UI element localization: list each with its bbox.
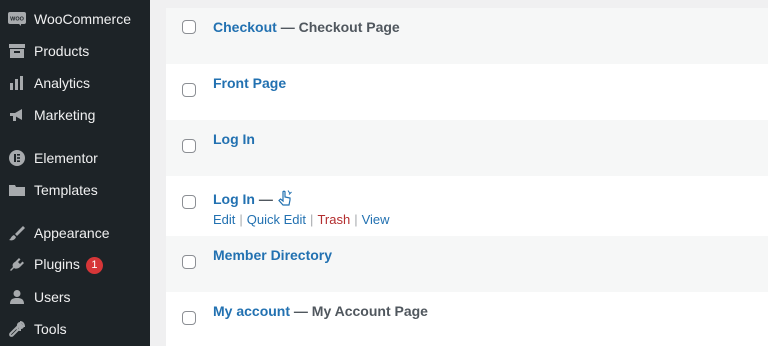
megaphone-icon (8, 106, 26, 124)
row-title: Log In (213, 131, 255, 147)
menu-label: WooCommerce (34, 11, 131, 27)
view-link[interactable]: View (362, 212, 390, 227)
table-row: Log In (166, 120, 768, 176)
page-title-link[interactable]: Log In (213, 191, 255, 207)
svg-text:WOO: WOO (10, 17, 24, 23)
table-row: Member Directory (166, 236, 768, 292)
page-title-link[interactable]: Checkout (213, 19, 277, 35)
user-icon (8, 288, 26, 306)
menu-label-text: Plugins (34, 256, 80, 272)
row-checkbox[interactable] (182, 83, 196, 97)
table-row: My account — My Account Page (166, 292, 768, 346)
update-count-badge: 1 (85, 257, 103, 274)
admin-sidebar: WOO WooCommerce Products Analytics Marke… (0, 0, 150, 346)
menu-item-appearance[interactable]: Appearance (0, 219, 150, 247)
archive-icon (8, 42, 26, 60)
row-actions: Edit | Quick Edit | Trash | View (213, 212, 390, 227)
row-checkbox[interactable] (182, 139, 196, 153)
menu-item-woocommerce[interactable]: WOO WooCommerce (0, 5, 150, 33)
post-state: Checkout Page (298, 19, 400, 35)
title-separator: — (258, 191, 273, 207)
menu-item-tools[interactable]: Tools (0, 315, 150, 343)
title-separator: — (280, 19, 295, 35)
edit-link[interactable]: Edit (213, 212, 235, 227)
page-title-link[interactable]: Log In (213, 131, 255, 147)
title-separator: — (293, 303, 308, 319)
paintbrush-icon (8, 224, 26, 242)
row-checkbox[interactable] (182, 255, 196, 269)
action-separator: | (310, 212, 314, 227)
page-title-link[interactable]: My account (213, 303, 290, 319)
menu-label: Tools (34, 321, 67, 337)
menu-item-templates[interactable]: Templates (0, 176, 150, 204)
row-checkbox[interactable] (182, 195, 196, 209)
menu-item-elementor[interactable]: Elementor (0, 144, 150, 172)
row-checkbox[interactable] (182, 20, 196, 34)
table-row: Log In — Edit | Quick Edit | Trash | View (166, 176, 768, 236)
row-title: My account — My Account Page (213, 303, 428, 319)
menu-label: Plugins 1 (34, 256, 103, 274)
plug-icon (8, 256, 26, 274)
menu-item-marketing[interactable]: Marketing (0, 101, 150, 129)
menu-label: Appearance (34, 225, 110, 241)
action-separator: | (239, 212, 243, 227)
menu-item-users[interactable]: Users (0, 283, 150, 311)
post-state: My Account Page (311, 303, 428, 319)
menu-label: Users (34, 289, 71, 305)
folder-icon (8, 181, 26, 199)
row-title: Front Page (213, 75, 286, 91)
elementor-icon (8, 149, 26, 167)
page-title-link[interactable]: Member Directory (213, 247, 332, 263)
menu-label: Elementor (34, 150, 98, 166)
wrench-icon (8, 320, 26, 338)
menu-item-products[interactable]: Products (0, 37, 150, 65)
row-checkbox[interactable] (182, 311, 196, 325)
table-row: Front Page (166, 64, 768, 120)
row-title: Checkout — Checkout Page (213, 19, 400, 35)
pages-list: Checkout — Checkout Page Front Page Log … (150, 0, 768, 346)
page-title-link[interactable]: Front Page (213, 75, 286, 91)
menu-item-analytics[interactable]: Analytics (0, 69, 150, 97)
trash-link[interactable]: Trash (317, 212, 350, 227)
menu-label: Analytics (34, 75, 91, 91)
menu-label: Templates (34, 182, 98, 198)
bar-chart-icon (8, 74, 26, 92)
pointer-cursor-icon (277, 190, 293, 211)
quick-edit-link[interactable]: Quick Edit (247, 212, 306, 227)
row-title: Log In — (213, 190, 293, 211)
row-title: Member Directory (213, 247, 332, 263)
menu-item-plugins[interactable]: Plugins 1 (0, 251, 150, 279)
table-row: Checkout — Checkout Page (166, 8, 768, 64)
menu-label: Marketing (34, 107, 96, 123)
menu-label: Products (34, 43, 90, 59)
action-separator: | (354, 212, 358, 227)
woo-icon: WOO (8, 10, 26, 28)
